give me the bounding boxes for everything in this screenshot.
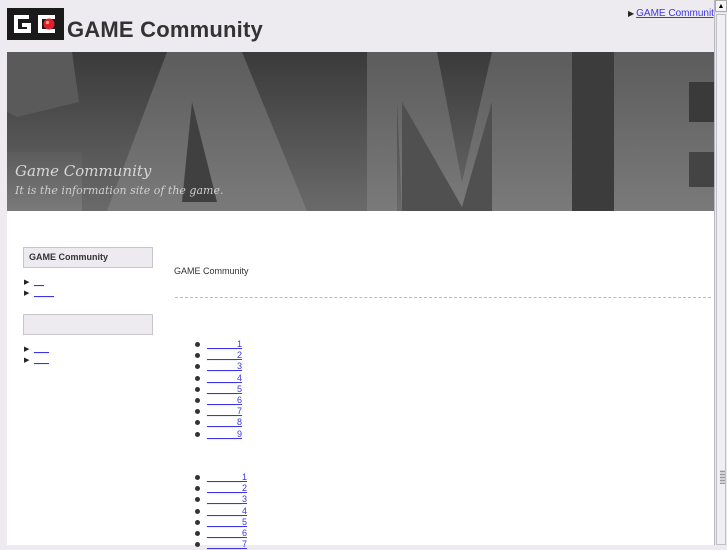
- banner-title: Game Community: [15, 162, 152, 180]
- arrow-up-icon: ▲: [717, 3, 725, 10]
- bullet-icon: [195, 375, 200, 381]
- list-link[interactable]: ______2: [207, 350, 242, 360]
- sidebar-link[interactable]: ____: [34, 287, 54, 297]
- list-link[interactable]: _______7: [207, 539, 247, 549]
- bullet-icon: [195, 353, 200, 359]
- arrow-right-icon: ▶: [24, 279, 30, 286]
- bullet-icon: [195, 431, 200, 437]
- list-link[interactable]: _______2: [207, 483, 247, 493]
- list-link[interactable]: ______4: [207, 373, 242, 383]
- arrow-right-icon: ▶: [24, 346, 30, 353]
- arrow-right-icon: ▶: [628, 9, 635, 18]
- banner-subtitle: It is the information site of the game.: [15, 184, 224, 197]
- sidebar-link[interactable]: __: [34, 276, 44, 286]
- list-link[interactable]: ______9: [207, 429, 242, 439]
- sidebar-link[interactable]: ___: [34, 354, 49, 364]
- bullet-icon: [195, 497, 200, 503]
- bullet-icon: [195, 530, 200, 536]
- bullet-icon: [195, 409, 200, 415]
- site-logo[interactable]: [7, 8, 64, 40]
- bullet-icon: [195, 397, 200, 403]
- list-link[interactable]: ______1: [207, 339, 242, 349]
- list-link[interactable]: _______3: [207, 494, 247, 504]
- header: GAME Community ▶ GAME Community T: [0, 0, 727, 52]
- content-area: GAME Community ▶ __ ▶ ____ ▶ ___ ▶ ___ G…: [7, 211, 714, 549]
- dashed-divider: [175, 297, 711, 298]
- main-title: GAME Community: [174, 266, 249, 276]
- page: GAME Community ▶ GAME Community T Game C…: [0, 0, 727, 549]
- bullet-icon: [195, 486, 200, 492]
- list-link[interactable]: _______5: [207, 517, 247, 527]
- sidebar-box-header-1: GAME Community: [23, 247, 153, 268]
- sidebar-box-header-2: [23, 314, 153, 335]
- scroll-up-button[interactable]: ▲: [715, 0, 727, 12]
- scroll-thumb[interactable]: [716, 14, 726, 545]
- bullet-icon: [195, 420, 200, 426]
- sidebar-item[interactable]: ▶ ____: [24, 287, 54, 298]
- list-link[interactable]: ______6: [207, 395, 242, 405]
- bullet-icon: [195, 342, 200, 347]
- bullet-icon: [195, 519, 200, 525]
- list-link[interactable]: ______5: [207, 384, 242, 394]
- sidebar-box-title: GAME Community: [29, 252, 109, 262]
- grip-icon: [720, 470, 725, 484]
- sidebar-link[interactable]: ___: [34, 343, 49, 353]
- sidebar-item[interactable]: ▶ ___: [24, 343, 49, 354]
- site-title: GAME Community: [67, 17, 263, 42]
- list-link[interactable]: ______7: [207, 406, 242, 416]
- vertical-scrollbar[interactable]: ▲: [714, 0, 727, 545]
- list-link[interactable]: _______4: [207, 506, 247, 516]
- list-link[interactable]: _______6: [207, 528, 247, 538]
- list-link[interactable]: ______8: [207, 417, 242, 427]
- sidebar-item[interactable]: ▶ ___: [24, 354, 49, 365]
- sidebar-item[interactable]: ▶ __: [24, 276, 44, 287]
- bullet-icon: [195, 386, 200, 392]
- banner: Game Community It is the information sit…: [7, 52, 714, 211]
- list-link[interactable]: _______1: [207, 472, 247, 482]
- arrow-right-icon: ▶: [24, 290, 30, 297]
- bullet-icon: [195, 475, 200, 480]
- bullet-icon: [195, 508, 200, 514]
- list-link[interactable]: ______3: [207, 361, 242, 371]
- bullet-icon: [195, 364, 200, 370]
- gc-logo-icon: [10, 12, 61, 36]
- arrow-right-icon: ▶: [24, 357, 30, 364]
- top-nav: ▶ GAME Community T: [628, 8, 727, 19]
